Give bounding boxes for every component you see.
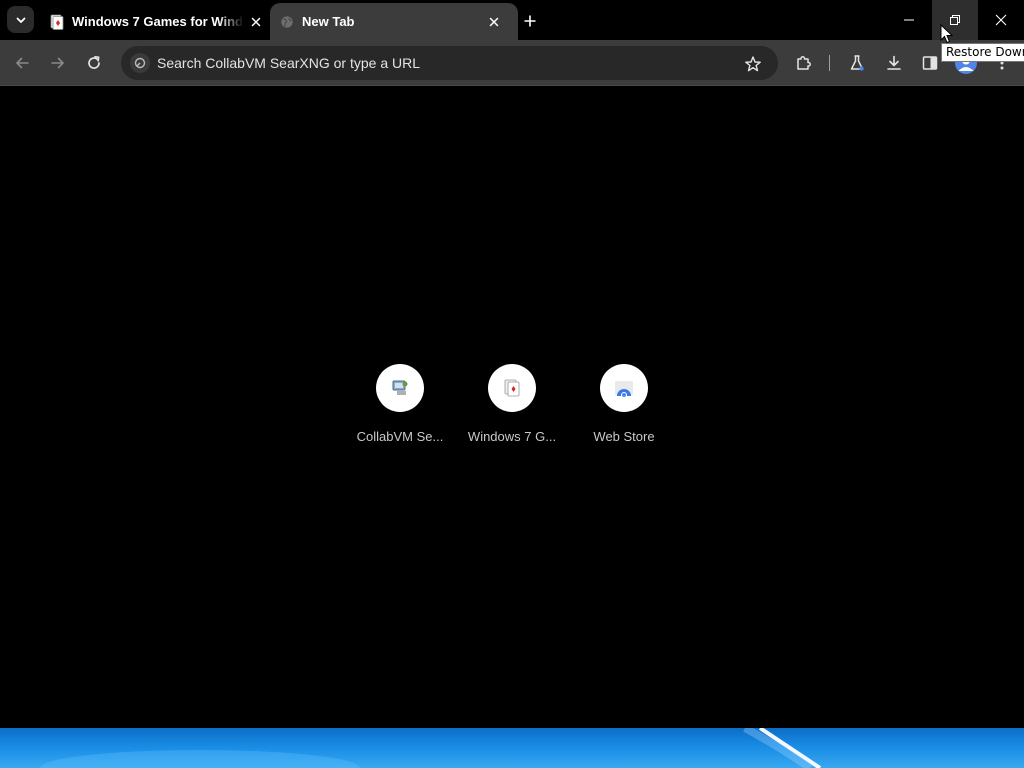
minimize-icon [904, 19, 914, 21]
flask-icon [850, 55, 864, 71]
shortcut-windows7-games[interactable]: Windows 7 G... [456, 360, 568, 456]
chevron-down-icon [16, 17, 25, 23]
mouse-cursor-icon [940, 24, 954, 44]
shortcut-label: Windows 7 G... [467, 429, 557, 444]
close-icon [489, 17, 499, 27]
windows-wallpaper-swoosh [40, 728, 822, 768]
download-icon [887, 55, 901, 70]
desktop-background [0, 728, 1024, 768]
forward-button[interactable] [44, 49, 72, 77]
tab-close-button[interactable] [486, 14, 502, 30]
shortcut-collabvm[interactable]: CollabVM Se... [344, 360, 456, 456]
side-panel-button[interactable] [916, 49, 944, 77]
shortcut-web-store[interactable]: Web Store [568, 360, 680, 456]
address-input[interactable] [157, 53, 727, 73]
back-button[interactable] [8, 49, 36, 77]
bookmark-button[interactable] [742, 53, 764, 75]
toolbar-divider [829, 55, 830, 71]
tab-search-button[interactable] [7, 6, 34, 33]
toolbar [0, 40, 1024, 86]
omnibox[interactable] [121, 46, 778, 80]
browser-window: Windows 7 Games for Windows 10 and 11 Ne… [0, 0, 1024, 728]
tab-strip: Windows 7 Games for Windows 10 and 11 Ne… [0, 0, 1024, 40]
restore-down-tooltip: Restore Down [941, 43, 1024, 62]
tab-close-button[interactable] [248, 14, 264, 30]
shortcut-tile [600, 364, 648, 412]
shortcut-label: Web Store [593, 429, 655, 444]
reload-button[interactable] [80, 49, 108, 77]
cards-icon [50, 14, 64, 30]
shortcut-label: CollabVM Se... [356, 429, 444, 444]
downloads-button[interactable] [880, 49, 908, 77]
plus-icon [524, 15, 536, 27]
close-icon [251, 17, 261, 27]
globe-icon [281, 16, 293, 28]
labs-button[interactable] [843, 49, 871, 77]
side-panel-icon [922, 56, 938, 70]
shortcuts-grid: CollabVM Se... Windows 7 G... Web Store [344, 360, 680, 460]
search-engine-icon [130, 53, 150, 73]
star-icon [745, 56, 761, 72]
tab-windows7-games[interactable]: Windows 7 Games for Windows 10 and 11 [40, 3, 272, 40]
collabvm-icon [392, 380, 408, 395]
tab-new-tab[interactable]: New Tab [270, 3, 518, 40]
cards-icon [504, 379, 520, 397]
tab-title: New Tab [302, 14, 355, 29]
close-window-button[interactable] [978, 0, 1024, 40]
restore-down-button[interactable] [932, 0, 978, 40]
puzzle-icon [797, 56, 811, 70]
shortcut-tile [488, 364, 536, 412]
new-tab-button[interactable] [519, 10, 541, 32]
web-store-icon [615, 381, 633, 398]
minimize-button[interactable] [886, 0, 932, 40]
arrow-left-icon [16, 57, 29, 69]
extensions-button[interactable] [790, 49, 818, 77]
tab-title: Windows 7 Games for Windows 10 and 11 [72, 14, 244, 29]
arrow-right-icon [51, 57, 64, 69]
close-icon [995, 14, 1007, 26]
shortcut-tile [376, 364, 424, 412]
reload-icon [88, 55, 100, 69]
